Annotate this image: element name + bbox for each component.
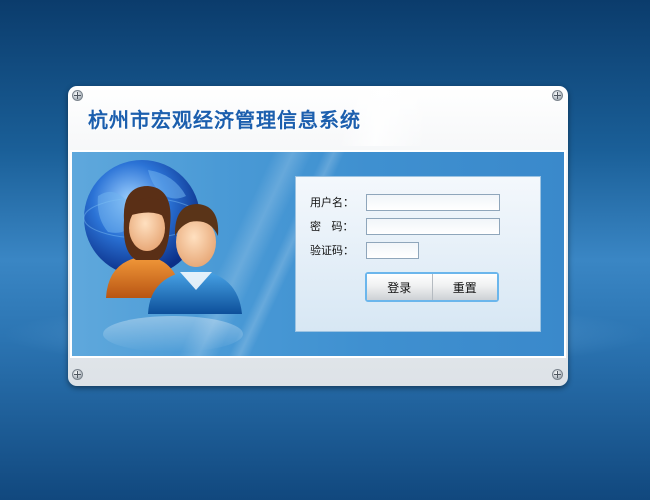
action-buttons: 登录 重置: [365, 272, 499, 302]
screw-icon: [72, 369, 83, 380]
users-globe-icon: [83, 160, 243, 352]
screw-icon: [552, 90, 563, 101]
password-row: 密 码：: [310, 215, 500, 237]
username-row: 用户名：: [310, 191, 500, 213]
screw-icon: [72, 90, 83, 101]
username-input[interactable]: [366, 193, 500, 211]
captcha-input[interactable]: [366, 241, 419, 259]
password-input[interactable]: [366, 217, 500, 235]
password-label: 密 码：: [310, 220, 354, 233]
screw-icon: [552, 369, 563, 380]
login-button[interactable]: 登录: [367, 274, 432, 300]
login-content-area: 用户名： 密 码： 验证码： 登录 重置: [70, 150, 566, 358]
username-label: 用户名：: [310, 196, 354, 209]
captcha-row: 验证码：: [310, 239, 419, 261]
captcha-label: 验证码：: [310, 244, 354, 257]
system-title: 杭州市宏观经济管理信息系统: [88, 108, 361, 132]
login-form: 用户名： 密 码： 验证码： 登录 重置: [295, 176, 541, 332]
reset-button[interactable]: 重置: [431, 274, 497, 300]
login-panel: 杭州市宏观经济管理信息系统 用户名： 密 码： 验证码： 登录 重置: [68, 86, 568, 386]
